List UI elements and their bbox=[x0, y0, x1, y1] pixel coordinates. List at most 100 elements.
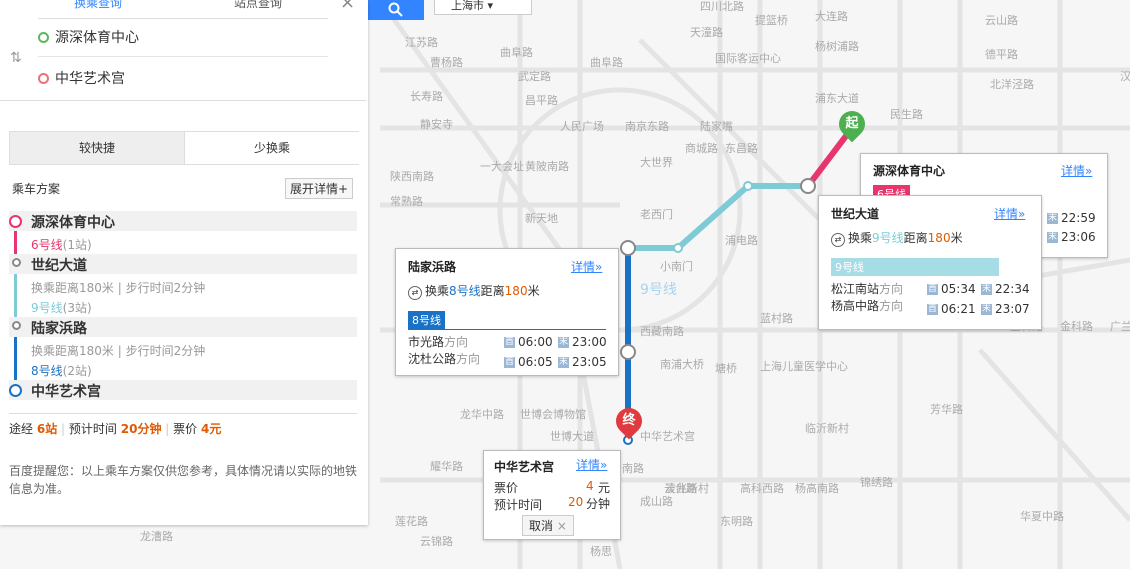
cancel-button[interactable]: 取消 × bbox=[522, 515, 574, 536]
option-fast[interactable]: 较快捷 bbox=[10, 132, 184, 164]
transfer-icon: ⇄ bbox=[831, 233, 845, 247]
transfer-distance: 180 bbox=[927, 231, 951, 245]
station-node[interactable] bbox=[743, 181, 753, 191]
transfer-node-shiji[interactable] bbox=[800, 178, 816, 194]
line-info: 6号线(1站) bbox=[31, 236, 92, 253]
transfer-stop-icon bbox=[12, 321, 21, 330]
map-station-label: 静安寺 bbox=[420, 117, 453, 131]
map-station-label: 武定路 bbox=[518, 69, 551, 83]
last-train-icon: 末 bbox=[981, 284, 992, 295]
popup-title: 源深体育中心 bbox=[873, 164, 946, 178]
last-train-time: 23:00 bbox=[572, 335, 607, 349]
direction-row: 沈杜公路方向 bbox=[408, 350, 480, 367]
first-train-icon: 首 bbox=[927, 284, 938, 295]
map-station-label: 芳华路 bbox=[930, 402, 963, 416]
tab-transfer[interactable]: 换乘查询 bbox=[74, 0, 122, 11]
map-station-label: 杨树浦路 bbox=[815, 39, 859, 53]
map-station-label: 耀华路 bbox=[430, 459, 463, 473]
map-station-label: 昌平路 bbox=[525, 94, 558, 107]
start-stop-icon bbox=[9, 215, 22, 228]
last-train-icon: 末 bbox=[1047, 232, 1058, 243]
map-station-label: 老西门 bbox=[640, 207, 673, 221]
direction-name: 市光路 bbox=[408, 335, 445, 349]
summary-via-label: 途经 bbox=[9, 422, 34, 436]
popup-title: 陆家浜路 bbox=[408, 260, 457, 274]
line-info: 9号线(3站) bbox=[31, 299, 92, 316]
direction-row: 松江南站方向 bbox=[831, 280, 903, 297]
map-station-label: 大世界 bbox=[640, 155, 673, 169]
map-station-label: 云锦路 bbox=[420, 534, 453, 548]
time-label: 预计时间 bbox=[494, 498, 543, 512]
fare-value: 4 bbox=[586, 479, 594, 493]
option-less-transfer[interactable]: 少换乘 bbox=[184, 132, 359, 164]
first-train-time: 06:21 bbox=[941, 302, 976, 316]
transfer-node-mid[interactable] bbox=[620, 344, 636, 360]
route-panel: 换乘查询 站点查询 × ⇅ 源深体育中心 中华艺术宫 较快捷 少换乘 乘车方案 … bbox=[0, 0, 368, 525]
map-station-label: 小南门 bbox=[660, 259, 693, 273]
map-station-label: 长寿路 bbox=[410, 89, 443, 103]
details-link[interactable]: 详情» bbox=[994, 205, 1025, 222]
map-station-label: 四川北路 bbox=[700, 0, 744, 13]
line-info: 8号线(2站) bbox=[31, 362, 92, 379]
map-station-label: 南浦大桥 bbox=[660, 357, 704, 371]
map-station-label: 浦东大道 bbox=[815, 91, 859, 105]
route-options: 较快捷 少换乘 bbox=[9, 131, 359, 165]
map-station-label: 新天地 bbox=[525, 211, 558, 225]
map-station-label: 蓝村路 bbox=[760, 311, 793, 325]
start-input[interactable]: 源深体育中心 bbox=[38, 20, 328, 57]
map-station-label: 西藏南路 bbox=[640, 325, 684, 338]
details-link[interactable]: 详情» bbox=[571, 258, 602, 275]
map-station-label: 东明路 bbox=[720, 515, 753, 528]
map-station-label: 塘桥 bbox=[715, 361, 737, 375]
transfer-node-lujia[interactable] bbox=[620, 240, 636, 256]
end-input[interactable]: 中华艺术宫 bbox=[38, 61, 328, 97]
popup-title: 中华艺术宫 bbox=[494, 460, 555, 474]
map-station-label: 商城路 bbox=[685, 141, 718, 155]
transfer-text: 距离 bbox=[903, 231, 928, 245]
swap-icon[interactable]: ⇅ bbox=[10, 50, 22, 66]
end-marker-icon[interactable]: 终 bbox=[610, 402, 648, 440]
last-train-icon: 末 bbox=[558, 357, 569, 368]
first-train-time: 06:00 bbox=[518, 335, 553, 349]
map-station-label: 锦绣路 bbox=[860, 475, 893, 489]
summary-time: 20分钟 bbox=[120, 422, 162, 436]
fare-unit: 元 bbox=[598, 481, 611, 495]
transfer-distance: 180 bbox=[504, 284, 528, 298]
last-train-icon: 末 bbox=[981, 304, 992, 315]
chevron-down-icon: ▾ bbox=[487, 0, 494, 12]
search-tabs: 换乘查询 站点查询 bbox=[38, 0, 328, 19]
map-station-label: 浦电路 bbox=[725, 234, 758, 247]
expand-details-button[interactable]: 展开详情+ bbox=[285, 178, 354, 199]
search-button[interactable] bbox=[368, 0, 424, 20]
direction-suffix: 方向 bbox=[444, 335, 469, 349]
transfer-text: 换乘 bbox=[848, 231, 873, 245]
close-icon: × bbox=[556, 519, 567, 533]
close-icon[interactable]: × bbox=[340, 0, 355, 13]
map-station-label: 黄陂南路 bbox=[525, 159, 569, 173]
stop-count: (3站) bbox=[62, 301, 92, 315]
city-selector[interactable]: 上海市 ▾ bbox=[434, 0, 532, 15]
details-link[interactable]: 详情» bbox=[1061, 162, 1092, 179]
transfer-unit: 米 bbox=[950, 231, 963, 245]
map-station-label: 成山路 bbox=[640, 495, 673, 508]
stop-name: 世纪大道 bbox=[31, 258, 87, 274]
summary-fare-label: 票价 bbox=[173, 422, 198, 436]
end-dot-icon bbox=[38, 72, 49, 84]
line-badge: 8号线 bbox=[408, 311, 445, 329]
map-station-label: 南京东路 bbox=[625, 119, 669, 133]
map-station-label: 上海儿童医学中心 bbox=[760, 359, 848, 373]
disclaimer-note: 百度提醒您：以上乘车方案仅供您参考，具体情况请以实际的地铁信息为准。 bbox=[9, 464, 358, 496]
end-input-value: 中华艺术宫 bbox=[55, 71, 125, 87]
last-train-time: 22:34 bbox=[995, 282, 1030, 296]
transfer-stop-icon bbox=[12, 258, 21, 267]
start-marker-label: 起 bbox=[845, 116, 859, 131]
details-link[interactable]: 详情» bbox=[576, 456, 607, 473]
map-station-label: 云山路 bbox=[985, 14, 1018, 27]
start-marker-icon[interactable]: 起 bbox=[833, 105, 871, 143]
station-node[interactable] bbox=[673, 243, 683, 253]
last-train-time: 22:59 bbox=[1061, 211, 1096, 225]
direction-name: 松江南站 bbox=[831, 282, 880, 296]
stop-name: 中华艺术宫 bbox=[31, 384, 101, 400]
tab-station[interactable]: 站点查询 bbox=[234, 0, 282, 11]
direction-name: 杨高中路 bbox=[831, 299, 880, 313]
